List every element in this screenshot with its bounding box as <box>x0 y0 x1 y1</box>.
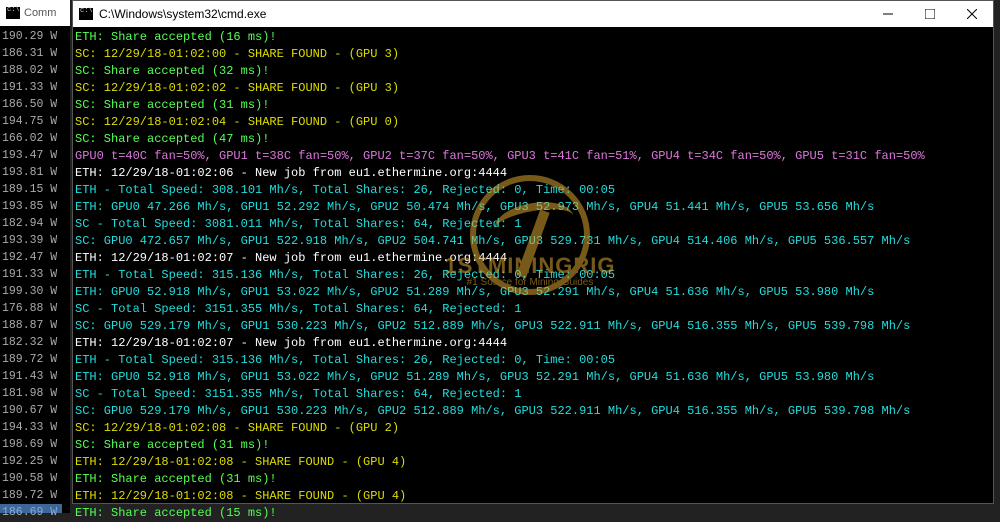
titlebar[interactable]: C:\Windows\system32\cmd.exe <box>73 1 993 27</box>
terminal-line: ETH: 12/29/18-01:02:08 - SHARE FOUND - (… <box>75 488 993 505</box>
power-reading: 198.69 W <box>2 436 57 453</box>
cmd-icon <box>6 7 20 19</box>
power-reading: 194.33 W <box>2 419 57 436</box>
terminal-line: SC - Total Speed: 3081.011 Mh/s, Total S… <box>75 216 993 233</box>
terminal-line: ETH - Total Speed: 315.136 Mh/s, Total S… <box>75 352 993 369</box>
terminal-line: GPU0 t=40C fan=50%, GPU1 t=38C fan=50%, … <box>75 148 993 165</box>
terminal-line: ETH: Share accepted (15 ms)! <box>75 505 993 522</box>
terminal-line: ETH: Share accepted (31 ms)! <box>75 471 993 488</box>
power-reading: 193.85 W <box>2 198 57 215</box>
terminal-line: SC: 12/29/18-01:02:02 - SHARE FOUND - (G… <box>75 80 993 97</box>
terminal-output[interactable]: ETH: Share accepted (16 ms)!SC: 12/29/18… <box>73 27 993 522</box>
background-titlebar: Comm <box>0 0 70 26</box>
power-reading: 190.29 W <box>2 28 57 45</box>
window-controls <box>867 1 993 27</box>
power-reading: 190.67 W <box>2 402 57 419</box>
power-reading: 189.72 W <box>2 487 57 504</box>
cmd-window: C:\Windows\system32\cmd.exe ETH: Share a… <box>72 0 994 504</box>
terminal-line: SC: 12/29/18-01:02:00 - SHARE FOUND - (G… <box>75 46 993 63</box>
terminal-line: SC - Total Speed: 3151.355 Mh/s, Total S… <box>75 386 993 403</box>
power-reading: 193.47 W <box>2 147 57 164</box>
power-reading: 191.33 W <box>2 266 57 283</box>
power-reading: 166.02 W <box>2 130 57 147</box>
taskbar-highlight <box>0 504 62 513</box>
terminal-line: ETH: GPU0 47.266 Mh/s, GPU1 52.292 Mh/s,… <box>75 199 993 216</box>
terminal-line: SC: Share accepted (31 ms)! <box>75 437 993 454</box>
background-power-readings: 190.29 W186.31 W188.02 W191.33 W186.50 W… <box>0 28 57 521</box>
close-button[interactable] <box>951 1 993 27</box>
power-reading: 189.72 W <box>2 351 57 368</box>
power-reading: 186.50 W <box>2 96 57 113</box>
terminal-line: ETH: 12/29/18-01:02:08 - SHARE FOUND - (… <box>75 454 993 471</box>
terminal-line: SC: 12/29/18-01:02:04 - SHARE FOUND - (G… <box>75 114 993 131</box>
terminal-line: SC: 12/29/18-01:02:08 - SHARE FOUND - (G… <box>75 420 993 437</box>
power-reading: 193.39 W <box>2 232 57 249</box>
power-reading: 188.87 W <box>2 317 57 334</box>
power-reading: 190.58 W <box>2 470 57 487</box>
power-reading: 189.15 W <box>2 181 57 198</box>
window-title: C:\Windows\system32\cmd.exe <box>99 7 861 21</box>
minimize-button[interactable] <box>867 1 909 27</box>
power-reading: 199.30 W <box>2 283 57 300</box>
background-window-title: Comm <box>24 7 56 19</box>
maximize-button[interactable] <box>909 1 951 27</box>
terminal-line: SC: GPU0 529.179 Mh/s, GPU1 530.223 Mh/s… <box>75 403 993 420</box>
terminal-line: ETH - Total Speed: 308.101 Mh/s, Total S… <box>75 182 993 199</box>
cmd-icon <box>79 8 93 20</box>
power-reading: 192.25 W <box>2 453 57 470</box>
terminal-line: ETH: Share accepted (16 ms)! <box>75 29 993 46</box>
terminal-line: ETH - Total Speed: 315.136 Mh/s, Total S… <box>75 267 993 284</box>
terminal-line: ETH: 12/29/18-01:02:07 - New job from eu… <box>75 250 993 267</box>
terminal-line: SC - Total Speed: 3151.355 Mh/s, Total S… <box>75 301 993 318</box>
power-reading: 176.88 W <box>2 300 57 317</box>
terminal-line: SC: GPU0 472.657 Mh/s, GPU1 522.918 Mh/s… <box>75 233 993 250</box>
terminal-line: ETH: GPU0 52.918 Mh/s, GPU1 53.022 Mh/s,… <box>75 284 993 301</box>
terminal-line: ETH: 12/29/18-01:02:07 - New job from eu… <box>75 335 993 352</box>
power-reading: 191.33 W <box>2 79 57 96</box>
power-reading: 193.81 W <box>2 164 57 181</box>
power-reading: 182.94 W <box>2 215 57 232</box>
power-reading: 192.47 W <box>2 249 57 266</box>
terminal-line: SC: GPU0 529.179 Mh/s, GPU1 530.223 Mh/s… <box>75 318 993 335</box>
power-reading: 191.43 W <box>2 368 57 385</box>
terminal-line: SC: Share accepted (32 ms)! <box>75 63 993 80</box>
terminal-line: ETH: 12/29/18-01:02:06 - New job from eu… <box>75 165 993 182</box>
terminal-line: ETH: GPU0 52.918 Mh/s, GPU1 53.022 Mh/s,… <box>75 369 993 386</box>
power-reading: 194.75 W <box>2 113 57 130</box>
terminal-line: SC: Share accepted (47 ms)! <box>75 131 993 148</box>
power-reading: 186.31 W <box>2 45 57 62</box>
terminal-line: SC: Share accepted (31 ms)! <box>75 97 993 114</box>
power-reading: 181.98 W <box>2 385 57 402</box>
power-reading: 188.02 W <box>2 62 57 79</box>
power-reading: 182.32 W <box>2 334 57 351</box>
